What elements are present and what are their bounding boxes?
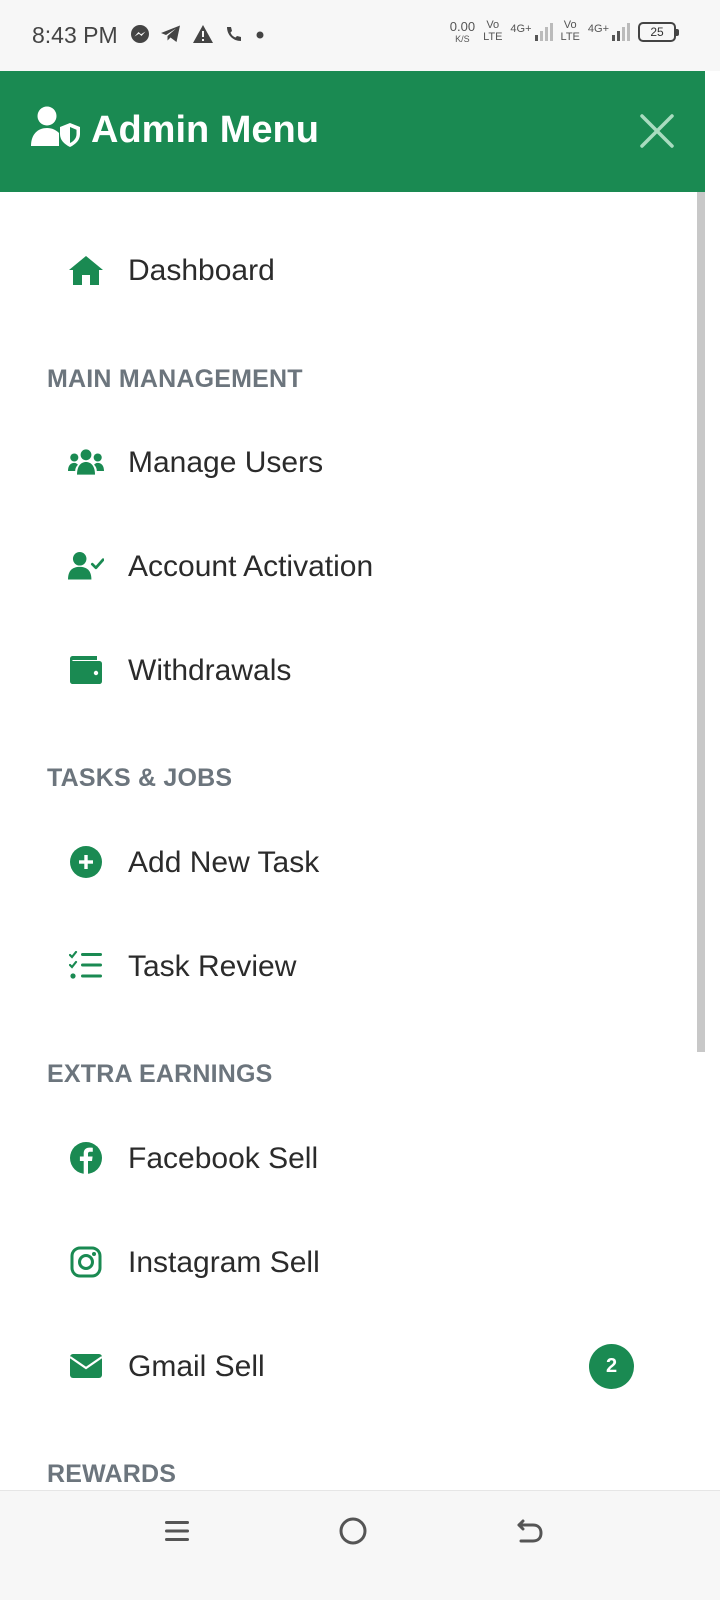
facebook-icon: [68, 1140, 104, 1176]
status-time: 8:43 PM: [32, 22, 118, 48]
signal-2-type: 4G+: [587, 23, 609, 35]
menu-item-add-new-task[interactable]: Add New Task: [0, 822, 690, 902]
wifi-call-icon: [224, 24, 244, 44]
menu-icon[interactable]: [147, 1511, 207, 1551]
messenger-icon: [130, 24, 150, 44]
wallet-icon: [68, 652, 104, 688]
menu-item-facebook-sell[interactable]: Facebook Sell: [0, 1118, 690, 1198]
menu-item-label: Withdrawals: [128, 654, 292, 687]
menu-item-label: Task Review: [128, 950, 297, 983]
telegram-icon: [160, 24, 182, 44]
home-icon: [68, 252, 104, 288]
menu-item-manage-users[interactable]: Manage Users: [0, 422, 690, 502]
menu-item-label: Gmail Sell: [128, 1350, 265, 1383]
page-title: Admin Menu: [91, 109, 319, 151]
battery-icon: 25: [638, 22, 679, 42]
user-shield-icon: [30, 106, 82, 153]
battery-level: 25: [650, 25, 664, 39]
menu-item-label: Manage Users: [128, 446, 324, 479]
section-title-rewards: REWARDS: [47, 1460, 177, 1488]
menu-item-instagram-sell[interactable]: Instagram Sell: [0, 1222, 690, 1302]
dot-icon: [254, 24, 266, 44]
section-title-main-management: MAIN MANAGEMENT: [47, 365, 303, 393]
menu-item-dashboard[interactable]: Dashboard: [0, 230, 690, 310]
menu-item-label: Account Activation: [128, 550, 374, 583]
signal-1-icon: 4G+: [510, 23, 553, 41]
network-speed-unit: K/S: [455, 34, 470, 44]
users-icon: [68, 444, 104, 480]
warning-icon: [192, 24, 214, 44]
envelope-icon: [68, 1348, 104, 1384]
list-check-icon: [68, 948, 104, 984]
signal-2-icon: 4G+: [588, 23, 630, 41]
volte-2-bottom: LTE: [560, 31, 580, 43]
back-icon[interactable]: [500, 1511, 560, 1551]
menu-item-label: Dashboard: [128, 254, 275, 287]
section-title-tasks-jobs: TASKS & JOBS: [47, 764, 233, 792]
user-check-icon: [68, 548, 104, 584]
scroll-edge: [705, 71, 720, 1490]
volte-2: Vo LTE: [561, 20, 580, 43]
navigation-bar: [0, 1490, 720, 1600]
instagram-icon: [68, 1244, 104, 1280]
menu-item-gmail-sell[interactable]: Gmail Sell 2: [0, 1326, 690, 1406]
menu-item-account-activation[interactable]: Account Activation: [0, 526, 690, 606]
section-title-extra-earnings: EXTRA EARNINGS: [47, 1060, 273, 1088]
notification-icons: [130, 24, 266, 44]
close-icon[interactable]: [638, 112, 676, 150]
menu-item-label: Facebook Sell: [128, 1142, 319, 1175]
signal-1-type: 4G+: [510, 23, 532, 35]
network-speed-value: 0.00: [449, 19, 476, 34]
status-bar: 8:43 PM 0.00 K/S Vo LTE 4G+ Vo LTE 4G+ 2…: [0, 0, 720, 71]
volte-1: Vo LTE: [483, 20, 502, 43]
network-speed: 0.00 K/S: [450, 20, 475, 44]
menu-item-label: Add New Task: [128, 846, 320, 879]
admin-menu-list: Dashboard MAIN MANAGEMENT Manage Users A…: [0, 192, 705, 1490]
menu-item-task-review[interactable]: Task Review: [0, 926, 690, 1006]
home-circle-icon[interactable]: [323, 1511, 383, 1551]
plus-circle-icon: [68, 844, 104, 880]
admin-menu-header: Admin Menu: [0, 71, 705, 192]
scrollbar-thumb[interactable]: [697, 192, 705, 1052]
notification-badge: 2: [589, 1344, 634, 1389]
menu-item-withdrawals[interactable]: Withdrawals: [0, 630, 690, 710]
volte-1-bottom: LTE: [483, 31, 503, 43]
status-right: 0.00 K/S Vo LTE 4G+ Vo LTE 4G+ 25: [450, 20, 679, 44]
menu-item-label: Instagram Sell: [128, 1246, 320, 1279]
